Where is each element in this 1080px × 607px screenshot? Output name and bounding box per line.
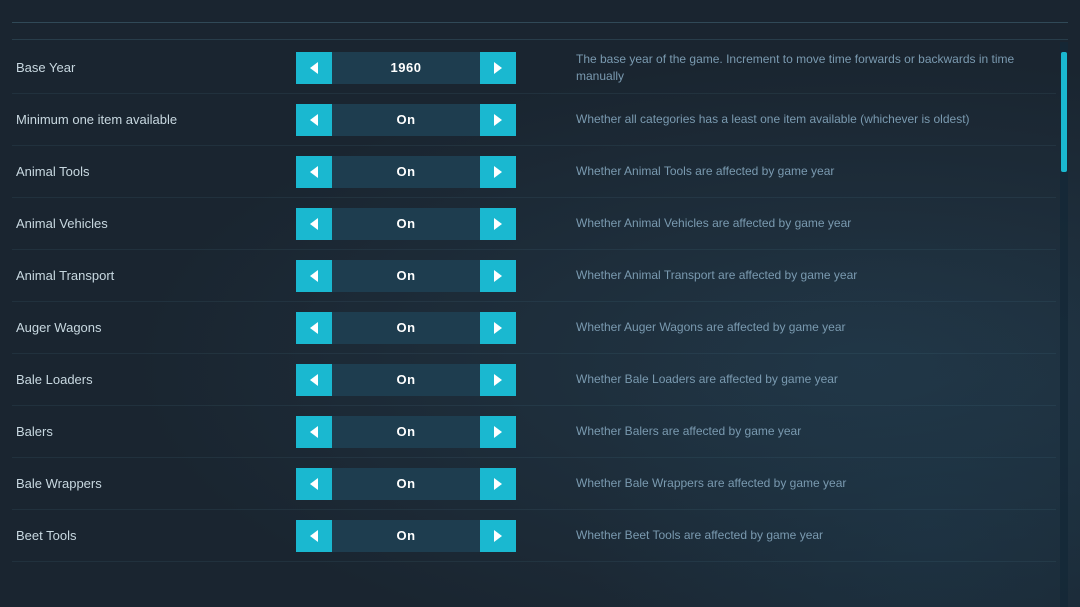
setting-label-9: Beet Tools: [16, 528, 296, 543]
table-row: Animal Transport On Whether Animal Trans…: [12, 250, 1056, 302]
increment-button-3[interactable]: [480, 208, 516, 240]
chevron-right-icon: [494, 114, 502, 126]
setting-control-0: 1960: [296, 52, 516, 84]
chevron-left-icon: [310, 114, 318, 126]
setting-description-8: Whether Bale Wrappers are affected by ga…: [516, 475, 1052, 492]
table-row: Base Year 1960 The base year of the game…: [12, 42, 1056, 94]
setting-control-8: On: [296, 468, 516, 500]
setting-label-7: Balers: [16, 424, 296, 439]
decrement-button-4[interactable]: [296, 260, 332, 292]
setting-value-2: On: [332, 156, 480, 188]
chevron-left-icon: [310, 478, 318, 490]
scrollbar-thumb[interactable]: [1061, 52, 1067, 172]
decrement-button-6[interactable]: [296, 364, 332, 396]
chevron-left-icon: [310, 374, 318, 386]
decrement-button-5[interactable]: [296, 312, 332, 344]
decrement-button-2[interactable]: [296, 156, 332, 188]
setting-label-1: Minimum one item available: [16, 112, 296, 127]
setting-value-9: On: [332, 520, 480, 552]
setting-description-0: The base year of the game. Increment to …: [516, 51, 1052, 85]
chevron-right-icon: [494, 270, 502, 282]
chevron-right-icon: [494, 166, 502, 178]
chevron-left-icon: [310, 166, 318, 178]
setting-description-7: Whether Balers are affected by game year: [516, 423, 1052, 440]
setting-value-8: On: [332, 468, 480, 500]
chevron-left-icon: [310, 426, 318, 438]
setting-description-2: Whether Animal Tools are affected by gam…: [516, 163, 1052, 180]
setting-description-5: Whether Auger Wagons are affected by gam…: [516, 319, 1052, 336]
chevron-left-icon: [310, 62, 318, 74]
decrement-button-1[interactable]: [296, 104, 332, 136]
increment-button-6[interactable]: [480, 364, 516, 396]
setting-control-3: On: [296, 208, 516, 240]
setting-control-7: On: [296, 416, 516, 448]
table-row: Balers On Whether Balers are affected by…: [12, 406, 1056, 458]
decrement-button-3[interactable]: [296, 208, 332, 240]
chevron-right-icon: [494, 478, 502, 490]
table-row: Beet Tools On Whether Beet Tools are aff…: [12, 510, 1056, 562]
setting-description-1: Whether all categories has a least one i…: [516, 111, 1052, 128]
table-row: Animal Vehicles On Whether Animal Vehicl…: [12, 198, 1056, 250]
page-title: [12, 0, 1068, 23]
increment-button-5[interactable]: [480, 312, 516, 344]
increment-button-1[interactable]: [480, 104, 516, 136]
section-header: [12, 23, 1068, 40]
setting-value-3: On: [332, 208, 480, 240]
chevron-right-icon: [494, 218, 502, 230]
table-row: Auger Wagons On Whether Auger Wagons are…: [12, 302, 1056, 354]
decrement-button-9[interactable]: [296, 520, 332, 552]
settings-list: Base Year 1960 The base year of the game…: [12, 42, 1060, 607]
setting-control-4: On: [296, 260, 516, 292]
increment-button-4[interactable]: [480, 260, 516, 292]
setting-label-0: Base Year: [16, 60, 296, 75]
content-area: Base Year 1960 The base year of the game…: [12, 42, 1068, 607]
table-row: Bale Wrappers On Whether Bale Wrappers a…: [12, 458, 1056, 510]
setting-value-4: On: [332, 260, 480, 292]
setting-description-4: Whether Animal Transport are affected by…: [516, 267, 1052, 284]
decrement-button-7[interactable]: [296, 416, 332, 448]
scrollbar-track[interactable]: [1060, 42, 1068, 607]
chevron-right-icon: [494, 374, 502, 386]
setting-description-3: Whether Animal Vehicles are affected by …: [516, 215, 1052, 232]
setting-control-1: On: [296, 104, 516, 136]
setting-value-6: On: [332, 364, 480, 396]
increment-button-7[interactable]: [480, 416, 516, 448]
decrement-button-8[interactable]: [296, 468, 332, 500]
chevron-right-icon: [494, 322, 502, 334]
setting-label-3: Animal Vehicles: [16, 216, 296, 231]
increment-button-2[interactable]: [480, 156, 516, 188]
setting-description-9: Whether Beet Tools are affected by game …: [516, 527, 1052, 544]
setting-value-5: On: [332, 312, 480, 344]
table-row: Minimum one item available On Whether al…: [12, 94, 1056, 146]
setting-label-6: Bale Loaders: [16, 372, 296, 387]
chevron-right-icon: [494, 62, 502, 74]
setting-label-2: Animal Tools: [16, 164, 296, 179]
chevron-left-icon: [310, 218, 318, 230]
setting-value-7: On: [332, 416, 480, 448]
setting-description-6: Whether Bale Loaders are affected by gam…: [516, 371, 1052, 388]
increment-button-0[interactable]: [480, 52, 516, 84]
setting-control-5: On: [296, 312, 516, 344]
setting-control-6: On: [296, 364, 516, 396]
setting-label-8: Bale Wrappers: [16, 476, 296, 491]
chevron-right-icon: [494, 530, 502, 542]
chevron-left-icon: [310, 322, 318, 334]
increment-button-8[interactable]: [480, 468, 516, 500]
chevron-left-icon: [310, 530, 318, 542]
setting-label-4: Animal Transport: [16, 268, 296, 283]
setting-label-5: Auger Wagons: [16, 320, 296, 335]
table-row: Bale Loaders On Whether Bale Loaders are…: [12, 354, 1056, 406]
setting-control-2: On: [296, 156, 516, 188]
setting-value-0: 1960: [332, 52, 480, 84]
setting-value-1: On: [332, 104, 480, 136]
chevron-left-icon: [310, 270, 318, 282]
table-row: Animal Tools On Whether Animal Tools are…: [12, 146, 1056, 198]
setting-control-9: On: [296, 520, 516, 552]
increment-button-9[interactable]: [480, 520, 516, 552]
decrement-button-0[interactable]: [296, 52, 332, 84]
chevron-right-icon: [494, 426, 502, 438]
